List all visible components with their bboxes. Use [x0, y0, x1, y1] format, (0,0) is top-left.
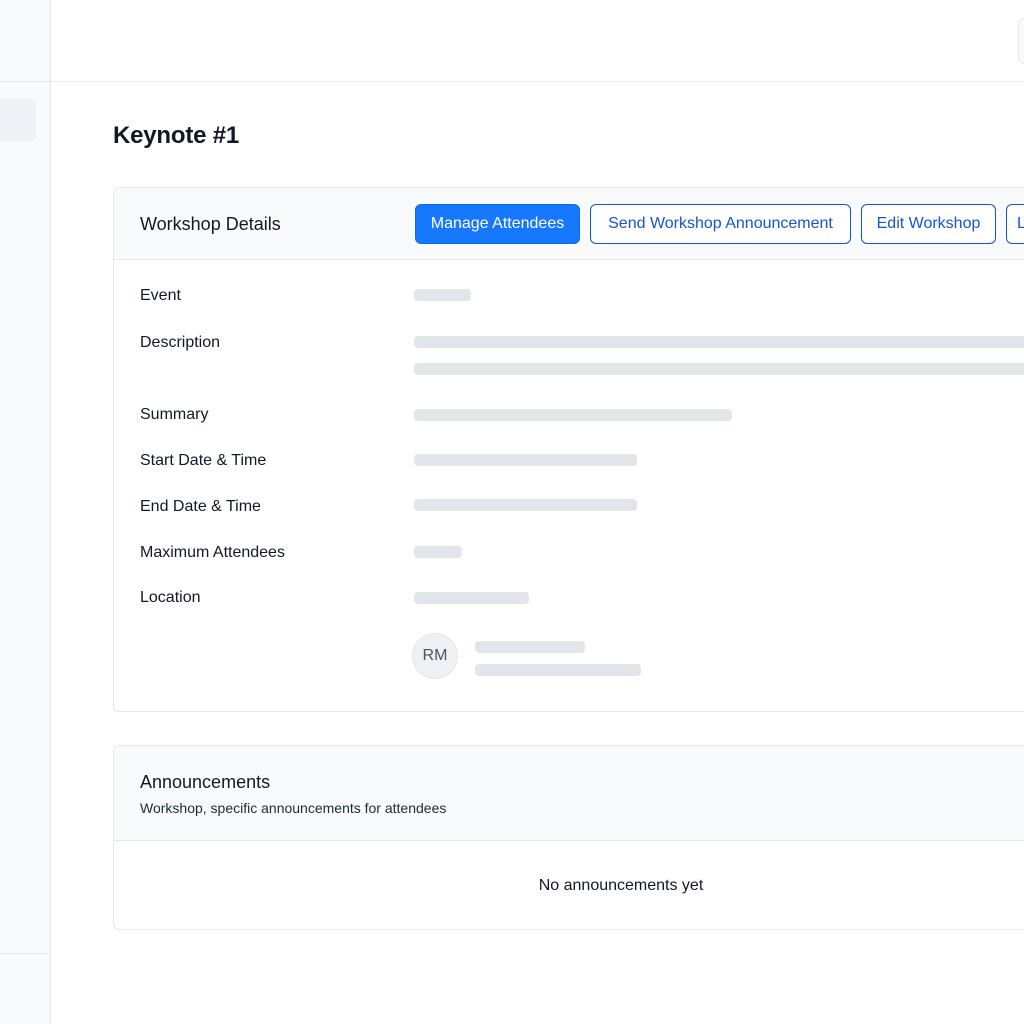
announcements-subtitle: Workshop, specific announcements for att… — [140, 800, 447, 816]
sidebar — [0, 0, 51, 1024]
more-action-button[interactable]: L — [1006, 204, 1024, 244]
end-datetime-label: End Date & Time — [140, 498, 261, 515]
host-name-placeholder — [475, 641, 585, 653]
manage-attendees-button[interactable]: Manage Attendees — [415, 204, 580, 244]
top-bar — [51, 0, 1024, 82]
summary-value-placeholder — [414, 409, 732, 421]
host-detail-placeholder — [475, 664, 641, 676]
max-attendees-label: Maximum Attendees — [140, 544, 285, 561]
description-value-placeholder-line-1 — [414, 336, 1024, 348]
sidebar-logo-area — [0, 0, 50, 82]
workshop-details-title: Workshop Details — [140, 214, 281, 234]
announcements-empty-state: No announcements yet — [538, 877, 704, 894]
edit-workshop-button[interactable]: Edit Workshop — [861, 204, 996, 244]
description-value-placeholder-line-2 — [414, 363, 1024, 375]
host-avatar: RM — [412, 633, 458, 679]
location-label: Location — [140, 589, 201, 606]
end-datetime-value-placeholder — [414, 499, 637, 511]
start-datetime-label: Start Date & Time — [140, 452, 267, 469]
send-announcement-button[interactable]: Send Workshop Announcement — [590, 204, 851, 244]
location-value-placeholder — [414, 592, 529, 604]
sidebar-item-active[interactable] — [0, 98, 36, 142]
announcements-header: Announcements Workshop, specific announc… — [114, 746, 1024, 841]
workshop-details-card: Workshop Details Manage Attendees Send W… — [113, 187, 1024, 712]
topbar-button[interactable] — [1018, 18, 1024, 64]
max-attendees-value-placeholder — [414, 546, 462, 558]
announcements-card: Announcements Workshop, specific announc… — [113, 745, 1024, 930]
start-datetime-value-placeholder — [414, 454, 637, 466]
sidebar-divider — [0, 953, 50, 954]
event-value-placeholder — [414, 289, 471, 301]
page-title: Keynote #1 — [113, 122, 240, 149]
description-label: Description — [140, 334, 221, 351]
summary-label: Summary — [140, 406, 209, 423]
event-label: Event — [140, 287, 181, 304]
announcements-title: Announcements — [140, 772, 271, 792]
workshop-details-header: Workshop Details Manage Attendees Send W… — [114, 188, 1024, 260]
